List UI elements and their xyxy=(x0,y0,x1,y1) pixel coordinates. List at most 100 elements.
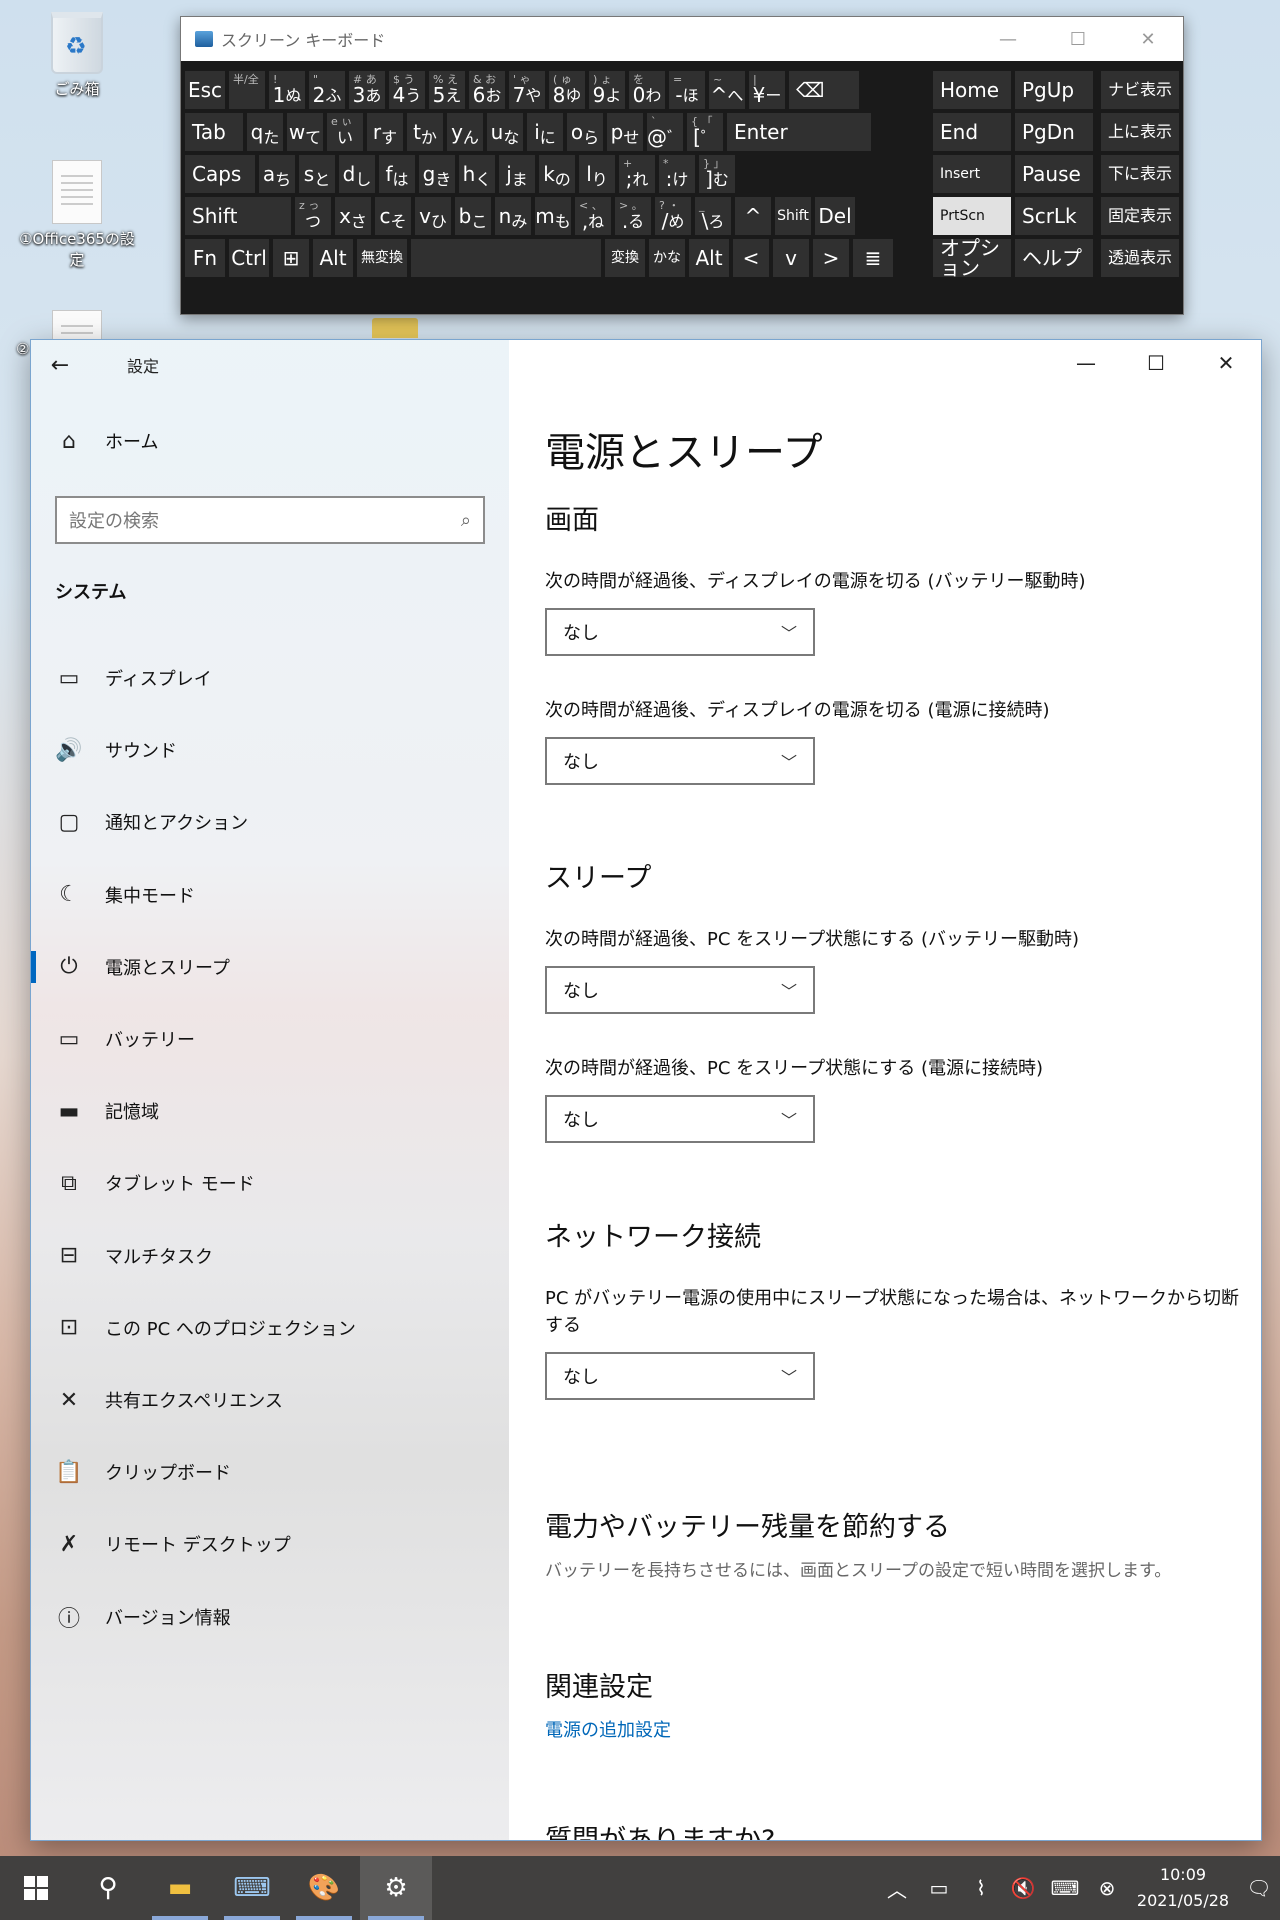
ime-off-icon[interactable]: ⊗ xyxy=(1086,1876,1128,1900)
screen-plugged-dropdown[interactable]: なし ﹀ xyxy=(545,737,815,785)
search-icon[interactable]: ⚲ xyxy=(72,1856,144,1920)
osk-key[interactable]: Caps xyxy=(185,155,255,193)
osk-key[interactable]: hく xyxy=(459,155,495,193)
osk-key[interactable]: e ぃい xyxy=(327,113,363,151)
osk-key[interactable]: cそ xyxy=(375,197,411,235)
osk-key[interactable]: ? ・ / め xyxy=(655,197,691,235)
keyboard-icon[interactable]: ⌨ xyxy=(1044,1876,1086,1900)
wifi-icon[interactable]: ⌇ xyxy=(960,1876,1002,1900)
sleep-battery-dropdown[interactable]: なし ﹀ xyxy=(545,966,815,1014)
osk-key[interactable]: bこ xyxy=(455,197,491,235)
nav-item[interactable]: ▭ ディスプレイ xyxy=(51,658,491,698)
osk-key[interactable]: pせ xyxy=(607,113,643,151)
osk-key[interactable]: Fn xyxy=(185,239,225,277)
osk-key[interactable]: yん xyxy=(447,113,483,151)
osk-key[interactable]: ⌫ xyxy=(789,71,859,109)
osk-side-key[interactable]: ナビ表示 xyxy=(1101,71,1179,109)
osk-key[interactable]: Del xyxy=(815,197,855,235)
osk-key[interactable]: wて xyxy=(287,113,323,151)
osk-key[interactable]: ' ゃ7や xyxy=(509,71,545,109)
osk-key[interactable]: % え5え xyxy=(429,71,465,109)
nav-item[interactable]: 🔊 サウンド xyxy=(51,730,491,770)
nav-item[interactable]: ✗ リモート デスクトップ xyxy=(51,1524,491,1564)
osk-nav-key[interactable]: End xyxy=(933,113,1011,151)
nav-item[interactable]: ⓘ バージョン情報 xyxy=(51,1597,491,1637)
osk-key[interactable]: mも xyxy=(535,197,571,235)
osk-key[interactable]: gき xyxy=(419,155,455,193)
osk-key[interactable]: tか xyxy=(407,113,443,151)
osk-key[interactable]: v xyxy=(773,239,809,277)
close-button[interactable]: ✕ xyxy=(1113,29,1183,50)
osk-key[interactable]: qた xyxy=(247,113,283,151)
start-button[interactable] xyxy=(0,1856,72,1920)
osk-key[interactable]: < xyxy=(733,239,769,277)
notification-center-icon[interactable]: 🗨 xyxy=(1238,1876,1280,1900)
osk-key[interactable]: { 「[゜ xyxy=(687,113,723,151)
osk-nav-key[interactable]: PgDn xyxy=(1015,113,1093,151)
osk-key[interactable]: Enter xyxy=(727,113,871,151)
osk-key[interactable]: 変換 xyxy=(605,239,645,277)
maximize-button[interactable]: ☐ xyxy=(1121,340,1191,386)
osk-key[interactable]: $ う4う xyxy=(389,71,425,109)
screen-battery-dropdown[interactable]: なし ﹀ xyxy=(545,608,815,656)
osk-key[interactable]: 半/全 xyxy=(229,71,265,109)
osk-key[interactable]: ! 1 ぬ xyxy=(269,71,305,109)
osk-side-key[interactable]: 上に表示 xyxy=(1101,113,1179,151)
clock[interactable]: 10:09 2021/05/28 xyxy=(1128,1862,1238,1914)
additional-power-settings-link[interactable]: 電源の追加設定 xyxy=(545,1716,671,1742)
osk-key[interactable]: Alt xyxy=(689,239,729,277)
osk-key[interactable]: sと xyxy=(299,155,335,193)
nav-item[interactable]: ⧉ タブレット モード xyxy=(51,1163,491,1203)
osk-nav-key[interactable]: PgUp xyxy=(1015,71,1093,109)
osk-key[interactable]: = - ほ xyxy=(669,71,705,109)
osk-key[interactable]: Esc xyxy=(185,71,225,109)
osk-key[interactable]: vひ xyxy=(415,197,451,235)
osk-key[interactable]: & お6お xyxy=(469,71,505,109)
osk-nav-key[interactable]: Insert xyxy=(933,155,1011,193)
folder-icon[interactable] xyxy=(372,318,418,338)
nav-item[interactable]: ▢ 通知とアクション xyxy=(51,802,491,842)
osk-nav-key[interactable]: オプション xyxy=(933,238,1011,278)
nav-item[interactable]: ⊟ マルチタスク xyxy=(51,1236,491,1276)
osk-key[interactable]: > xyxy=(813,239,849,277)
osk-nav-key[interactable]: ScrLk xyxy=(1015,197,1093,235)
osk-key[interactable]: xさ xyxy=(335,197,371,235)
osk-key[interactable]: を0わ xyxy=(629,71,665,109)
paint-icon[interactable]: 🎨 xyxy=(288,1856,360,1920)
osk-key[interactable]: *: け xyxy=(659,155,695,193)
osk-key[interactable]: ⊞ xyxy=(273,239,309,277)
osk-key[interactable]: nみ xyxy=(495,197,531,235)
osk-key[interactable]: # あ3あ xyxy=(349,71,385,109)
osk-key[interactable]: iに xyxy=(527,113,563,151)
desktop-file-office365[interactable]: ①Office365の設定 xyxy=(12,160,142,270)
osk-key[interactable]: 無変換 xyxy=(357,239,407,277)
nav-item[interactable]: ✕ 共有エクスペリエンス xyxy=(51,1380,491,1420)
osk-nav-key[interactable]: Pause xyxy=(1015,155,1093,193)
battery-icon[interactable]: ▭ xyxy=(918,1876,960,1900)
osk-key[interactable]: < 、, ね xyxy=(575,197,611,235)
maximize-button[interactable]: ☐ xyxy=(1043,29,1113,50)
nav-item[interactable]: ☾ 集中モード xyxy=(51,875,491,915)
osk-key[interactable]: ( ゅ8ゆ xyxy=(549,71,585,109)
osk-key[interactable] xyxy=(411,239,601,277)
osk-side-key[interactable]: 下に表示 xyxy=(1101,155,1179,193)
osk-key[interactable]: +; れ xyxy=(619,155,655,193)
osk-key[interactable]: | ¥ ー xyxy=(749,71,785,109)
close-button[interactable]: ✕ xyxy=(1191,340,1261,386)
osk-key[interactable]: rす xyxy=(367,113,403,151)
osk-key[interactable]: oら xyxy=(567,113,603,151)
osk-key[interactable]: Alt xyxy=(313,239,353,277)
sleep-plugged-dropdown[interactable]: なし ﹀ xyxy=(545,1095,815,1143)
osk-key[interactable]: dし xyxy=(339,155,375,193)
recycle-bin-icon[interactable]: ♻ ごみ箱 xyxy=(12,12,142,99)
osk-nav-key[interactable]: PrtScn xyxy=(933,197,1011,235)
network-dropdown[interactable]: なし ﹀ xyxy=(545,1352,815,1400)
osk-key[interactable]: ` @ ゛ xyxy=(647,113,683,151)
nav-home[interactable]: ⌂ ホーム xyxy=(51,428,158,454)
osk-key[interactable]: uな xyxy=(487,113,523,151)
osk-key[interactable]: > 。. る xyxy=(615,197,651,235)
osk-key[interactable]: kの xyxy=(539,155,575,193)
osk-key[interactable]: ~ ^ へ xyxy=(709,71,745,109)
osk-side-key[interactable]: 固定表示 xyxy=(1101,197,1179,235)
osk-key[interactable]: aち xyxy=(259,155,295,193)
